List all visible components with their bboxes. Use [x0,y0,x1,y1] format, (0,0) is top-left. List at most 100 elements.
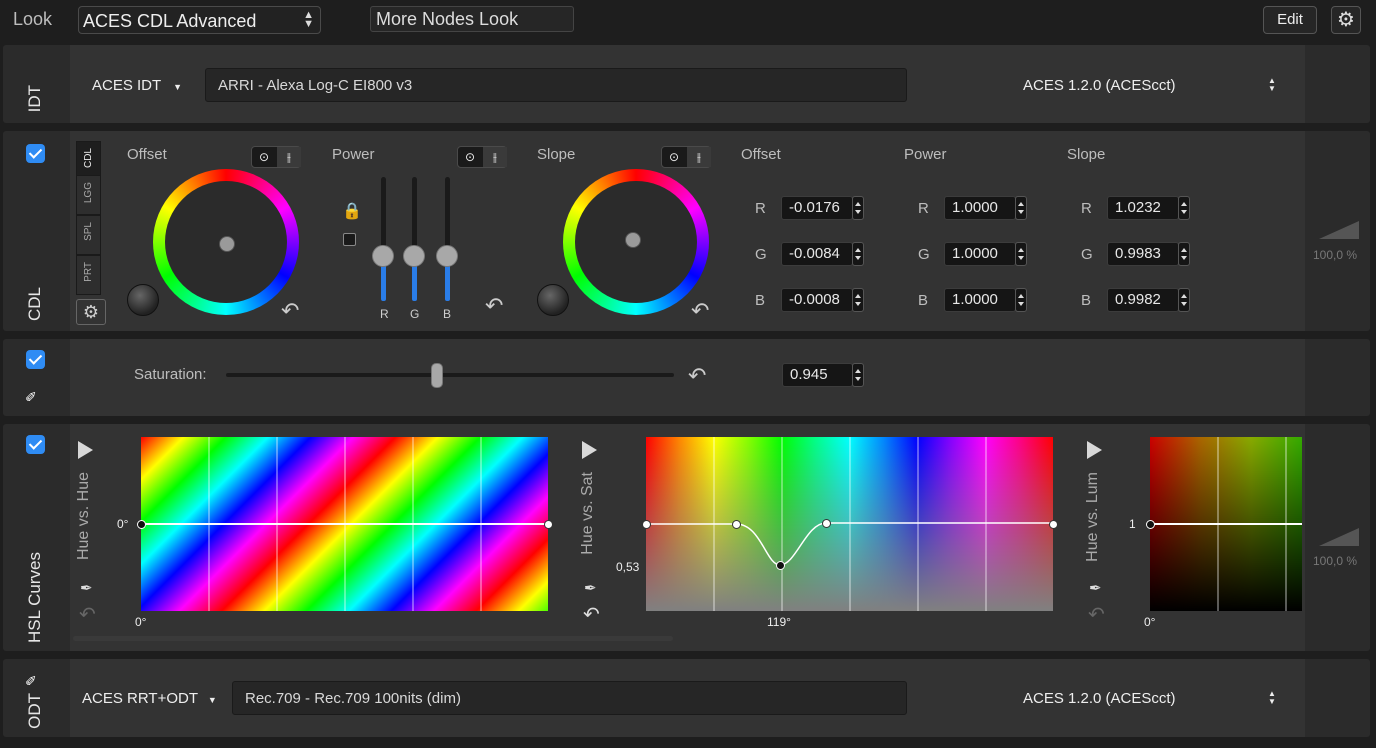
power-g-label: G [410,307,420,321]
play-icon[interactable] [582,441,597,459]
slope-wheel-handle[interactable] [625,232,641,248]
slope-reset-icon[interactable]: ↶ [691,298,709,324]
tab-prt[interactable]: PRT [76,255,101,295]
eyedropper-icon[interactable]: ✒ [1089,579,1102,597]
look-select[interactable]: ACES CDL Advanced ▲ ▼ [78,6,321,34]
hsl-section-label: HSL Curves [25,552,44,644]
curve-point[interactable] [544,520,553,529]
lock-checkbox[interactable] [343,233,356,246]
power-g-field[interactable]: 1.0000 [944,242,1016,266]
undo-icon[interactable]: ↶ [1088,602,1105,627]
offset-b-stepper[interactable] [852,288,864,312]
slope-g-field[interactable]: 0.9983 [1107,242,1179,266]
power-b-label: B [443,307,452,321]
hue-vs-sat-curve[interactable] [646,437,1053,611]
hue-vs-hue-curve[interactable] [141,437,548,611]
idt-preset-field[interactable]: ARRI - Alexa Log-C EI800 v3 [205,68,907,102]
lock-icon[interactable]: 🔒 [342,201,362,221]
hue-vs-lum-curve[interactable] [1150,437,1302,611]
offset-wheel-handle[interactable] [219,236,235,252]
offset-mode-toggle[interactable]: ⊙ ⫲ [251,146,301,168]
eyedropper-icon[interactable]: ✒ [80,579,93,597]
slope-master-knob[interactable] [537,284,569,316]
slider-mode-icon: ⫲ [687,147,711,167]
saturation-slider-thumb[interactable] [431,363,443,388]
cdl-opacity-icon[interactable] [1319,221,1359,239]
slope-b-stepper[interactable] [1178,288,1190,312]
odt-preset-field[interactable]: Rec.709 - Rec.709 100nits (dim) [232,681,907,715]
pipette-icon: ✐ [25,673,37,689]
cdl-panel: CDL CDL LGG SPL PRT ⚙ Offset ⊙ ⫲ ↶ Power … [3,131,1370,331]
look-label: Look [13,9,53,29]
slope-r-stepper[interactable] [1178,196,1190,220]
hue-vs-hue-y-label: 0° [117,517,129,531]
look-select-value: ACES CDL Advanced [83,11,257,31]
power-b-stepper[interactable] [1015,288,1027,312]
curve-point[interactable] [1049,520,1058,529]
slope-b-label: B [1081,292,1092,309]
power-reset-icon[interactable]: ↶ [485,293,503,319]
idt-colorspace-select[interactable]: ACES 1.2.0 (ACEScct) ▲ ▼ [1023,76,1283,95]
gear-icon[interactable]: ⚙ [1331,6,1361,34]
power-r-label: R [380,307,389,321]
sat-enable-checkbox[interactable] [26,350,45,369]
idt-colorspace-value: ACES 1.2.0 (ACEScct) [1023,77,1176,94]
hsl-scrollbar[interactable] [73,636,673,641]
play-icon[interactable] [78,441,93,459]
cdl-opacity-value: 100,0 % [1313,248,1358,262]
odt-type-dropdown[interactable]: ACES RRT+ODT ▼ [82,690,217,707]
curve-point[interactable] [1146,520,1155,529]
hue-vs-lum-label: Hue vs. Lum [1084,472,1101,562]
hsl-opacity-icon[interactable] [1319,528,1359,546]
power-g-slider[interactable] [403,177,425,301]
offset-r-field[interactable]: -0.0176 [781,196,853,220]
slope-b-field[interactable]: 0.9982 [1107,288,1179,312]
hue-vs-hue-x-label: 0° [135,615,147,629]
updown-icon: ▲ ▼ [1268,76,1276,93]
slope-mode-toggle[interactable]: ⊙ ⫲ [661,146,711,168]
hue-vs-sat-x-label: 119° [767,615,791,629]
offset-reset-icon[interactable]: ↶ [281,298,299,324]
saturation-field[interactable]: 0.945 [782,363,853,387]
odt-colorspace-select[interactable]: ACES 1.2.0 (ACEScct) ▲ ▼ [1023,690,1283,708]
odt-type-label: ACES RRT+ODT [82,690,198,707]
cdl-settings-icon[interactable]: ⚙ [76,299,106,325]
offset-r-stepper[interactable] [852,196,864,220]
curve-point[interactable] [732,520,741,529]
cdl-enable-checkbox[interactable] [26,144,45,163]
saturation-reset-icon[interactable]: ↶ [688,363,706,389]
eyedropper-icon[interactable]: ✒ [584,579,597,597]
saturation-stepper[interactable] [852,363,864,387]
play-icon[interactable] [1087,441,1102,459]
curve-point[interactable] [822,519,831,528]
curve-point[interactable] [642,520,651,529]
offset-g-label: G [755,246,767,263]
saturation-slider-track[interactable] [226,373,674,377]
tab-lgg[interactable]: LGG [76,175,101,215]
slope-r-field[interactable]: 1.0232 [1107,196,1179,220]
curve-point[interactable] [776,561,785,570]
power-g-stepper[interactable] [1015,242,1027,266]
offset-master-knob[interactable] [127,284,159,316]
idt-type-dropdown[interactable]: ACES IDT ▼ [92,77,182,94]
power-r-stepper[interactable] [1015,196,1027,220]
idt-type-label: ACES IDT [92,77,161,94]
power-b-slider[interactable] [436,177,458,301]
curve-point[interactable] [137,520,146,529]
offset-g-stepper[interactable] [852,242,864,266]
hsl-enable-checkbox[interactable] [26,435,45,454]
undo-icon[interactable]: ↶ [583,602,600,627]
power-b-field[interactable]: 1.0000 [944,288,1016,312]
tab-spl[interactable]: SPL [76,215,101,255]
power-mode-toggle[interactable]: ⊙ ⫲ [457,146,507,168]
power-r-slider[interactable] [372,177,394,301]
slope-g-stepper[interactable] [1178,242,1190,266]
slider-mode-icon: ⫲ [277,147,301,167]
undo-icon[interactable]: ↶ [79,602,96,627]
look-name-field[interactable]: More Nodes Look [370,6,574,32]
power-r-field[interactable]: 1.0000 [944,196,1016,220]
edit-button[interactable]: Edit [1263,6,1317,34]
offset-g-field[interactable]: -0.0084 [781,242,853,266]
slider-mode-icon: ⫲ [483,147,507,167]
offset-b-field[interactable]: -0.0008 [781,288,853,312]
